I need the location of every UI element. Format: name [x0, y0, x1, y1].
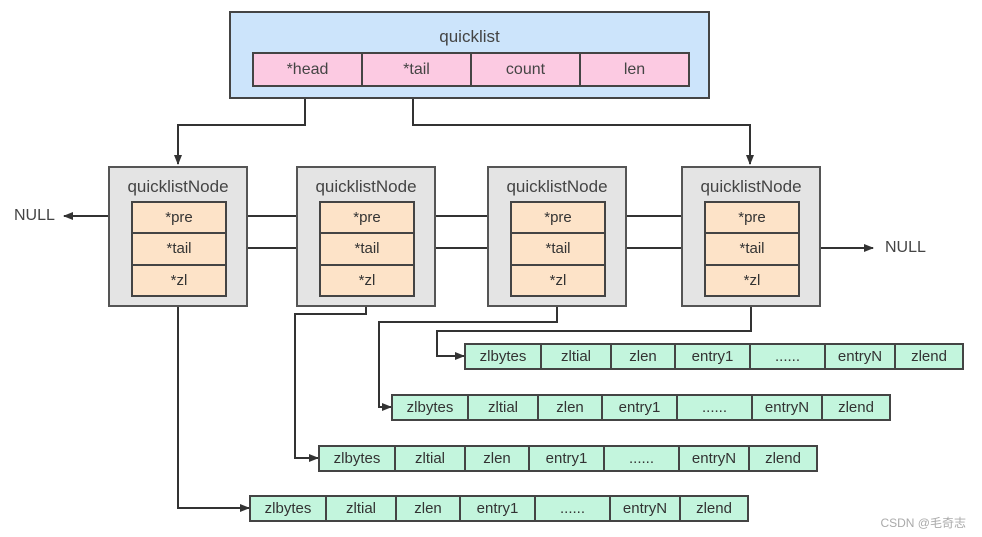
- null-left-label: NULL: [14, 207, 55, 224]
- ziplist-cell-zlend: zlend: [681, 497, 747, 520]
- ziplist-cell-entryN: entryN: [611, 497, 681, 520]
- ziplist-cell-ellipsis: ......: [536, 497, 611, 520]
- quicklist-node-3: quicklistNode *pre *tail *zl: [487, 166, 627, 307]
- node-field-pre: *pre: [512, 203, 604, 235]
- quicklist-fields: *head *tail count len: [252, 52, 690, 87]
- node-field-zl: *zl: [321, 265, 413, 295]
- node-field-tail: *tail: [512, 234, 604, 266]
- ziplist-cell-zltial: zltial: [542, 345, 612, 368]
- node-title: quicklistNode: [506, 177, 608, 196]
- ziplist-cell-zlend: zlend: [750, 447, 816, 470]
- node-fields: *pre *tail *zl: [319, 201, 415, 297]
- ziplist-cell-ellipsis: ......: [605, 447, 680, 470]
- node-title: quicklistNode: [700, 177, 802, 196]
- ziplist-cell-entry1: entry1: [676, 345, 751, 368]
- node-field-pre: *pre: [133, 203, 225, 235]
- ziplist-cell-zlbytes: zlbytes: [393, 396, 469, 419]
- watermark: CSDN @毛奇志: [880, 516, 966, 530]
- node-fields: *pre *tail *zl: [704, 201, 800, 297]
- node-field-pre: *pre: [706, 203, 798, 235]
- ziplist-cell-zlen: zlen: [612, 345, 676, 368]
- node1-zl-line: [177, 306, 250, 512]
- ziplist-cell-zlen: zlen: [539, 396, 603, 419]
- ziplist-cell-zltial: zltial: [469, 396, 539, 419]
- node-field-zl: *zl: [133, 265, 225, 295]
- ziplist-cell-entryN: entryN: [680, 447, 750, 470]
- node-field-zl: *zl: [512, 265, 604, 295]
- node-field-pre: *pre: [321, 203, 413, 235]
- ziplist-cell-zlen: zlen: [397, 497, 461, 520]
- node-title: quicklistNode: [127, 177, 229, 196]
- ziplist-node-4: zlbytes zltial zlen entry1 ...... entryN…: [464, 343, 964, 370]
- ziplist-node-2: zlbytes zltial zlen entry1 ...... entryN…: [318, 445, 818, 472]
- ziplist-cell-entry1: entry1: [530, 447, 605, 470]
- node2-zl-line: [294, 306, 367, 462]
- node-field-tail: *tail: [321, 234, 413, 266]
- ziplist-cell-zltial: zltial: [327, 497, 397, 520]
- node-fields: *pre *tail *zl: [131, 201, 227, 297]
- ziplist-cell-zlen: zlen: [466, 447, 530, 470]
- quicklist-field-head: *head: [254, 54, 363, 85]
- ziplist-cell-zlbytes: zlbytes: [251, 497, 327, 520]
- node-fields: *pre *tail *zl: [510, 201, 606, 297]
- ziplist-cell-zltial: zltial: [396, 447, 466, 470]
- node-field-zl: *zl: [706, 265, 798, 295]
- ziplist-cell-entry1: entry1: [603, 396, 678, 419]
- node-title: quicklistNode: [315, 177, 417, 196]
- ziplist-cell-entryN: entryN: [753, 396, 823, 419]
- ziplist-cell-ellipsis: ......: [678, 396, 753, 419]
- null-right-label: NULL: [885, 239, 926, 256]
- ziplist-cell-zlbytes: zlbytes: [466, 345, 542, 368]
- ziplist-node-1: zlbytes zltial zlen entry1 ...... entryN…: [249, 495, 749, 522]
- quicklist-title: quicklist: [439, 27, 500, 46]
- node-field-tail: *tail: [133, 234, 225, 266]
- quicklist-field-len: len: [581, 54, 688, 85]
- quicklist-node-2: quicklistNode *pre *tail *zl: [296, 166, 436, 307]
- ziplist-cell-entryN: entryN: [826, 345, 896, 368]
- ziplist-node-3: zlbytes zltial zlen entry1 ...... entryN…: [391, 394, 891, 421]
- ziplist-cell-entry1: entry1: [461, 497, 536, 520]
- quicklist-node-4: quicklistNode *pre *tail *zl: [681, 166, 821, 307]
- quicklist-struct: quicklist *head *tail count len: [229, 11, 710, 99]
- ziplist-cell-ellipsis: ......: [751, 345, 826, 368]
- node-field-tail: *tail: [706, 234, 798, 266]
- ziplist-cell-zlbytes: zlbytes: [320, 447, 396, 470]
- ziplist-cell-zlend: zlend: [896, 345, 962, 368]
- quicklist-field-count: count: [472, 54, 581, 85]
- quicklist-node-1: quicklistNode *pre *tail *zl: [108, 166, 248, 307]
- ziplist-cell-zlend: zlend: [823, 396, 889, 419]
- quicklist-field-tail: *tail: [363, 54, 472, 85]
